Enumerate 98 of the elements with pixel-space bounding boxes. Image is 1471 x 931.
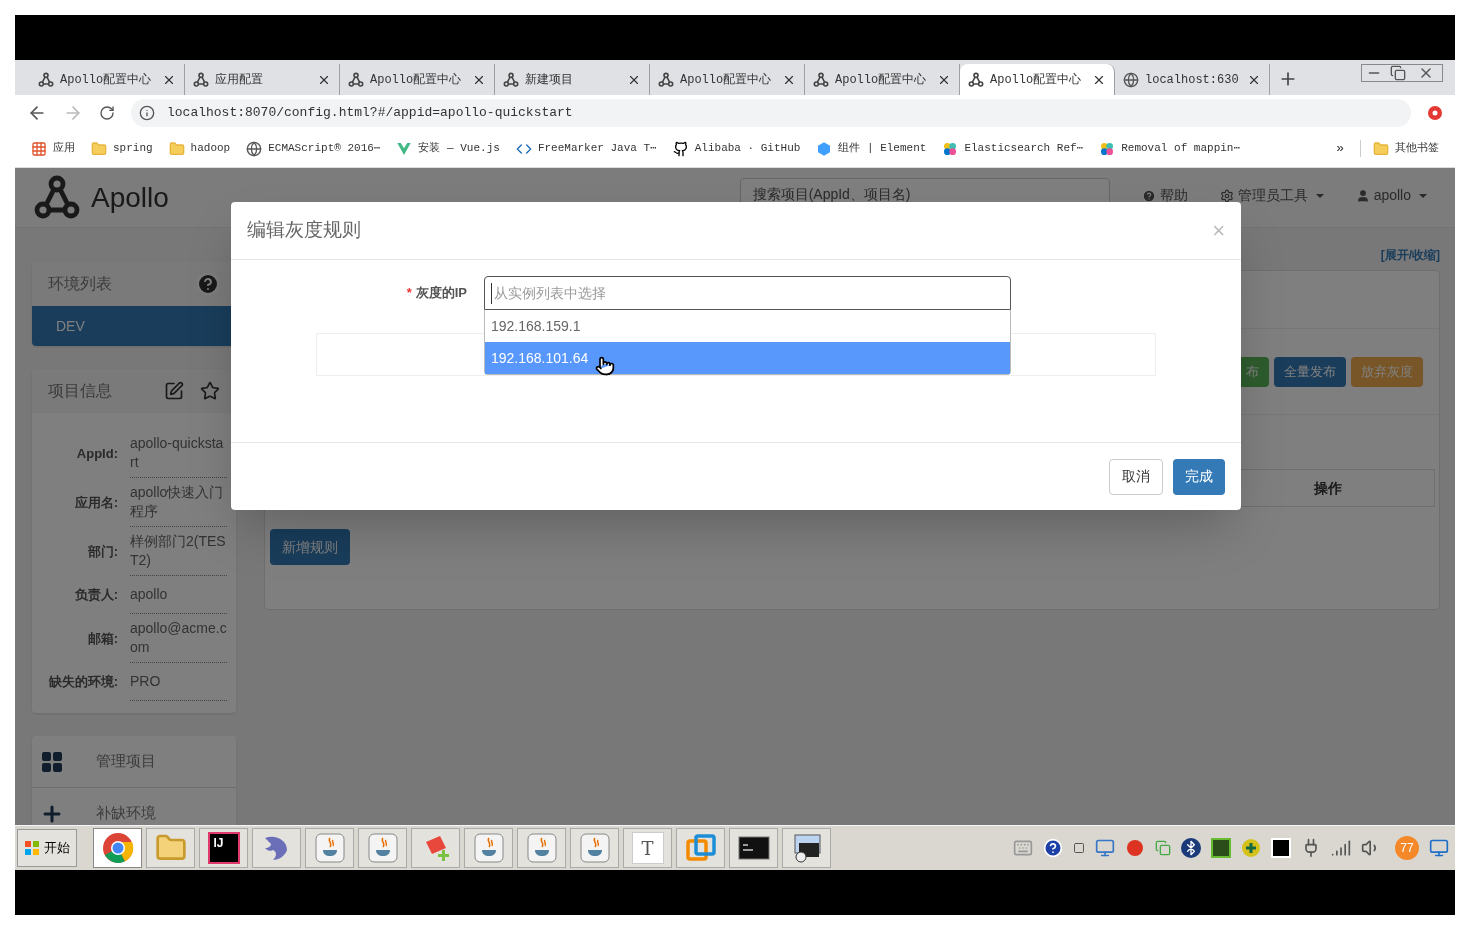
apollo-logo-icon [193, 71, 209, 88]
info-icon [139, 104, 155, 121]
grid-icon [40, 749, 64, 774]
done-button[interactable]: 完成 [1173, 458, 1225, 495]
help-icon[interactable] [1043, 838, 1063, 858]
bookmark-link[interactable]: Elasticsearch Ref⋯ [942, 140, 1084, 157]
apollo-logo-icon [348, 71, 364, 88]
bookmark-link[interactable]: hadoop [168, 140, 231, 157]
modal-title: 编辑灰度规则 [247, 218, 361, 243]
field-value: PRO [130, 663, 227, 701]
coffee-cup-icon [578, 832, 611, 864]
hexagon-icon [816, 140, 833, 157]
action-label: 补缺环境 [96, 803, 156, 824]
bookmark-link[interactable]: FreeMarker Java T⋯ [515, 140, 657, 157]
field-label: 缺失的环境: [47, 673, 118, 692]
field-label: 邮箱: [86, 629, 118, 648]
globe-icon [246, 140, 263, 157]
bookmark-link[interactable]: 应用 [31, 140, 75, 157]
apollo-logo-icon [658, 71, 674, 88]
edit-icon[interactable] [164, 381, 184, 401]
field-value: apollo-quickstart [130, 429, 227, 478]
signal-icon[interactable] [1331, 838, 1351, 858]
field-value: apollo [130, 576, 227, 614]
field-label: AppId: [75, 444, 118, 463]
bookmark-link[interactable]: 安装 — Vue.js [396, 140, 500, 157]
help-link[interactable]: 帮助 [1141, 185, 1188, 206]
tab-title: Apollo配置中心 [60, 71, 153, 89]
field-label: 负责人: [73, 586, 118, 605]
apollo-logo-icon [968, 71, 984, 88]
tab-title: 应用配置 [215, 71, 264, 89]
text-editor-icon: T [631, 832, 664, 864]
caret-icon [1315, 193, 1324, 198]
apollo-logo-icon [38, 71, 54, 88]
overlapping-squares-icon [684, 832, 717, 864]
tab-title: 新建项目 [525, 71, 574, 89]
bookmark-link[interactable]: 组件 | Element [816, 140, 927, 157]
desktop-icon[interactable] [1429, 838, 1449, 858]
apps-grid-icon [31, 140, 47, 157]
bookmark-link[interactable]: 其他书签 [1360, 140, 1439, 157]
chrome-icon [101, 832, 134, 864]
taskbar-button[interactable] [782, 828, 831, 868]
start-button[interactable]: 开始 [17, 829, 77, 867]
bookmark-link[interactable]: Alibaba · GitHub [672, 140, 801, 157]
address-field[interactable]: localhost:8070/config.html?#/appid=apollo-quickstart [131, 98, 1411, 127]
help-icon[interactable] [196, 272, 220, 296]
taskbar-button[interactable] [729, 828, 778, 868]
field-label: 应用名: [73, 493, 118, 512]
admin-tools-menu[interactable]: 管理员工具 [1219, 185, 1324, 206]
tab-title: Apollo配置中心 [370, 71, 463, 89]
action-label: 管理项目 [96, 751, 156, 772]
v-logo-icon [396, 140, 413, 157]
coffee-cup-icon [313, 832, 346, 864]
tab-title: Apollo配置中心 [680, 71, 773, 89]
search-placeholder: 搜索项目(AppId、项目名) [752, 185, 911, 204]
flower-icon [942, 140, 959, 157]
field-value: apollo@acme.com [130, 614, 227, 663]
bluetooth-icon[interactable] [1181, 838, 1201, 858]
apollo-logo-icon [503, 71, 519, 88]
folder-icon [1373, 140, 1389, 157]
flower-icon [1099, 140, 1116, 157]
bookmark-link[interactable]: ECMAScript® 2016⋯ [246, 140, 381, 157]
field-label: 灰度的IP [415, 284, 467, 303]
more-bookmarks-button[interactable]: » [1336, 138, 1344, 159]
field-label: 部门: [86, 542, 118, 561]
folder-icon [91, 140, 107, 157]
coffee-cup-icon [472, 832, 505, 864]
settings-icon [1219, 188, 1234, 203]
url-text: localhost:8070/config.html?#/appid=apollo-quickstart [167, 103, 573, 122]
ide-icon: IJ [207, 832, 240, 864]
required-mark: * [406, 284, 412, 303]
input-placeholder: 从实例列表中选择 [491, 282, 606, 304]
browser-tab[interactable]: Apollo配置中心 [960, 64, 1115, 95]
windows-logo-icon [24, 840, 40, 856]
github-icon [672, 140, 689, 157]
plus-circle-icon[interactable] [1241, 838, 1261, 858]
taskbar-button[interactable]: T [623, 828, 672, 868]
apollo-logo-icon [813, 71, 829, 88]
tab-title: localhost:630 [1145, 71, 1240, 89]
field-value: apollo快速入门程序 [130, 478, 227, 527]
bookmark-link[interactable]: Removal of mappin⋯ [1099, 140, 1241, 157]
panel-title: 环境列表 [48, 274, 112, 294]
reload-icon[interactable] [99, 104, 115, 121]
star-icon[interactable] [200, 381, 220, 401]
field-value: 样例部门2(TEST2) [130, 527, 227, 576]
user-icon [1355, 188, 1370, 203]
cancel-button[interactable]: 取消 [1109, 458, 1163, 495]
tab-title: Apollo配置中心 [990, 71, 1083, 89]
logo-text: Apollo [91, 180, 169, 215]
tab-title: Apollo配置中心 [835, 71, 928, 89]
bookmark-link[interactable]: spring [91, 140, 153, 157]
caret-icon [1419, 193, 1427, 198]
ball-icon[interactable] [1125, 838, 1145, 858]
extension-icon[interactable] [1427, 104, 1443, 121]
folder-icon [168, 140, 185, 157]
taskbar-button[interactable]: IJ [199, 828, 248, 868]
coffee-cup-icon [366, 832, 399, 864]
globe-icon [1123, 71, 1139, 88]
coffee-cup-icon [525, 832, 558, 864]
